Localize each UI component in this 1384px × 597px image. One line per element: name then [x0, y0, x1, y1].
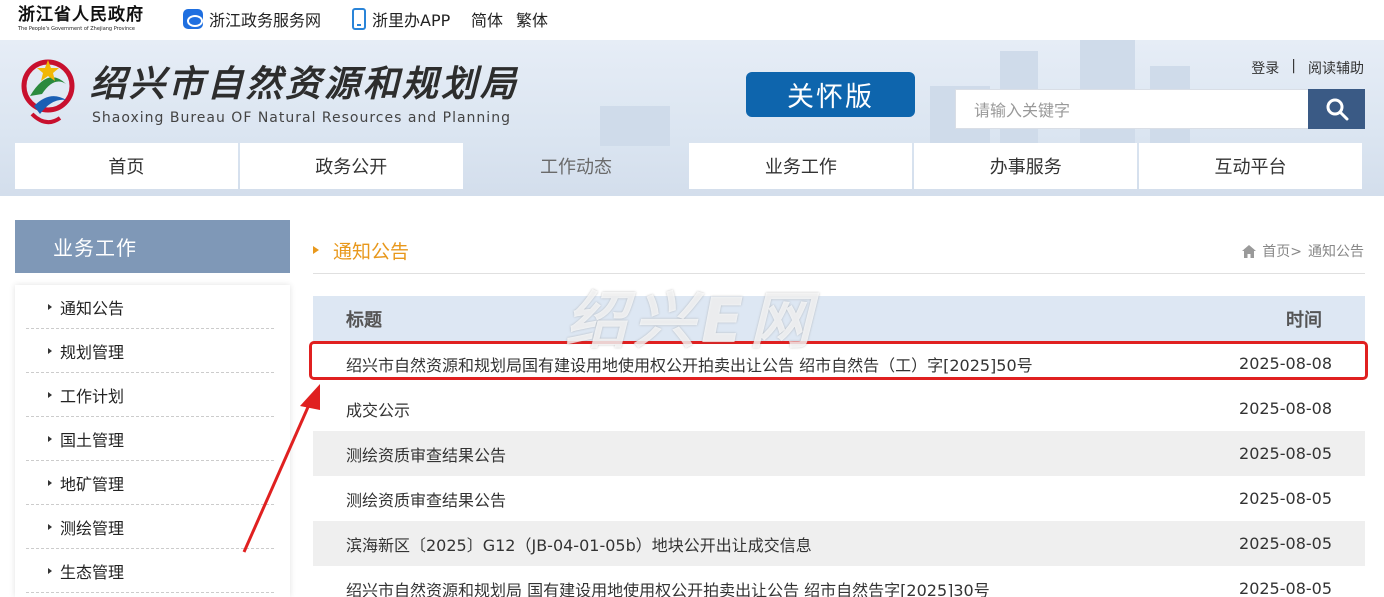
- zwfw-icon: [183, 9, 203, 29]
- bullet-triangle-icon: [48, 523, 52, 530]
- table-row[interactable]: 滨海新区〔2025〕G12（JB-04-01-05b）地块公开出让成交信息 20…: [313, 521, 1365, 566]
- sidebar-item-label: 工作计划: [60, 386, 125, 406]
- table-row[interactable]: 测绘资质审查结果公告 2025-08-05: [313, 476, 1365, 521]
- zwfw-label: 浙江政务服务网: [209, 11, 322, 30]
- nav-business[interactable]: 业务工作: [689, 143, 913, 189]
- section-divider: [313, 273, 1365, 274]
- search-icon: [1326, 98, 1348, 121]
- table-row[interactable]: 测绘资质审查结果公告 2025-08-05: [313, 431, 1365, 476]
- breadcrumb-current[interactable]: 通知公告: [1308, 241, 1364, 261]
- search-input[interactable]: 请输入关键字: [955, 89, 1309, 129]
- watermark: 绍兴E网: [565, 284, 818, 357]
- nav-interaction[interactable]: 互动平台: [1139, 143, 1362, 189]
- row-title[interactable]: 测绘资质审查结果公告: [346, 487, 506, 511]
- row-title[interactable]: 绍兴市自然资源和规划局 国有建设用地使用权公开拍卖出让公告 绍市自然告字[202…: [346, 577, 990, 597]
- bullet-triangle-icon: [48, 347, 52, 354]
- sidebar-item-label: 测绘管理: [60, 518, 125, 538]
- sidebar-item-label: 生态管理: [60, 562, 125, 582]
- row-date: 2025-08-05: [1239, 444, 1332, 463]
- bullet-triangle-icon: [48, 391, 52, 398]
- skyline-building: [600, 106, 670, 146]
- row-date: 2025-08-05: [1239, 534, 1332, 553]
- site-title: 绍兴市自然资源和规划局: [90, 63, 520, 105]
- breadcrumb-home[interactable]: 首页>: [1262, 241, 1302, 261]
- zwfw-link[interactable]: 浙江政务服务网: [183, 7, 321, 31]
- nav-gov-affairs[interactable]: 政务公开: [239, 143, 463, 189]
- reading-aid-link[interactable]: 阅读辅助: [1308, 58, 1364, 78]
- sidebar-item-notices[interactable]: 通知公告: [26, 285, 274, 329]
- top-bar: 浙江省人民政府 The People's Government of Zheji…: [0, 0, 1384, 40]
- table-row[interactable]: 成交公示 2025-08-08: [313, 386, 1365, 431]
- traditional-link[interactable]: 繁体: [516, 7, 548, 31]
- main-nav: 首页 政务公开 工作动态 业务工作 办事服务 互动平台: [15, 143, 1362, 189]
- sidebar-item-label: 国土管理: [60, 430, 125, 450]
- site-subtitle: Shaoxing Bureau OF Natural Resources and…: [92, 110, 511, 126]
- row-title[interactable]: 滨海新区〔2025〕G12（JB-04-01-05b）地块公开出让成交信息: [346, 532, 812, 556]
- gov-name-en: The People's Government of Zhejiang Prov…: [18, 26, 135, 32]
- breadcrumb: 首页> 通知公告: [1242, 241, 1364, 261]
- bullet-triangle-icon: [48, 435, 52, 442]
- section-triangle-icon: [313, 246, 319, 254]
- row-title[interactable]: 测绘资质审查结果公告: [346, 442, 506, 466]
- nav-work-news[interactable]: 工作动态: [465, 143, 688, 189]
- sidebar-item-label: 规划管理: [60, 342, 125, 362]
- row-date: 2025-08-05: [1239, 579, 1332, 597]
- care-version-button[interactable]: 关怀版: [746, 72, 915, 117]
- gov-name: 浙江省人民政府: [18, 5, 144, 25]
- sidebar-item-label: 通知公告: [60, 298, 125, 318]
- row-date: 2025-08-08: [1239, 399, 1332, 418]
- bullet-triangle-icon: [48, 479, 52, 486]
- simplified-link[interactable]: 简体: [471, 7, 503, 31]
- link-separator: |: [1291, 58, 1296, 74]
- nav-home[interactable]: 首页: [15, 143, 238, 189]
- app-label: 浙里办APP: [372, 11, 451, 30]
- phone-icon: [352, 8, 366, 30]
- column-time: 时间: [1286, 310, 1322, 331]
- zhejiang-gov-logo[interactable]: 浙江省人民政府 The People's Government of Zheji…: [18, 5, 148, 35]
- annotation-arrow-icon: [242, 384, 320, 553]
- table-header: 标题 时间: [313, 296, 1365, 342]
- column-title: 标题: [346, 310, 382, 331]
- table-row[interactable]: 绍兴市自然资源和规划局 国有建设用地使用权公开拍卖出让公告 绍市自然告字[202…: [313, 566, 1365, 597]
- row-title[interactable]: 成交公示: [346, 397, 410, 421]
- nav-services[interactable]: 办事服务: [914, 143, 1138, 189]
- annotation-highlight-box: [309, 341, 1368, 380]
- row-date: 2025-08-05: [1239, 489, 1332, 508]
- bullet-triangle-icon: [48, 303, 52, 310]
- sidebar-heading: 业务工作: [15, 220, 290, 273]
- bureau-emblem-icon: [21, 59, 75, 125]
- header-links: 登录 | 阅读辅助: [1251, 58, 1364, 78]
- home-icon: [1242, 244, 1257, 258]
- section-title: 通知公告: [313, 236, 409, 264]
- section-title-text: 通知公告: [333, 240, 410, 263]
- header-banner: 绍兴市自然资源和规划局 Shaoxing Bureau OF Natural R…: [0, 40, 1384, 196]
- sidebar-item-label: 地矿管理: [60, 474, 125, 494]
- bullet-triangle-icon: [48, 567, 52, 574]
- sidebar-item-planning[interactable]: 规划管理: [26, 329, 274, 373]
- search-button[interactable]: [1308, 89, 1365, 129]
- app-link[interactable]: 浙里办APP: [352, 7, 450, 31]
- login-link[interactable]: 登录: [1251, 58, 1279, 78]
